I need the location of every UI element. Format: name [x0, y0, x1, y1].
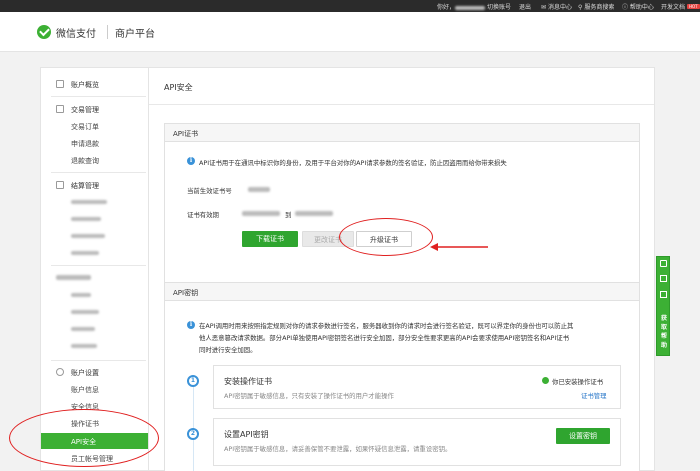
sidebar-divider — [51, 265, 146, 266]
step-connector — [193, 379, 194, 471]
api-key-card: API密钥 i 在API调用时用来按照指定规则对你的请求参数进行签名，服务器收到… — [164, 282, 640, 471]
platform-name: 商户平台 — [115, 29, 155, 40]
step-2-desc: API密钥属于敏感信息，请妥善保管不要泄露，如果怀疑信息泄露，请重设密钥。 — [224, 445, 452, 453]
sidebar-item-refund-query[interactable]: 退款查询 — [41, 153, 149, 167]
sidebar-item-blurred[interactable] — [41, 229, 149, 243]
sidebar-divider — [51, 360, 146, 361]
service-search-link[interactable]: ⚲ 服务商搜索 — [578, 2, 614, 11]
step-1-status: 你已安装操作证书 — [552, 378, 604, 386]
step-2-title: 设置API密钥 — [224, 430, 269, 439]
sidebar-group-account-settings[interactable]: 账户设置 — [41, 365, 149, 379]
card-title: API证书 — [173, 130, 199, 138]
key-tip-line1: 在API调用时用来按照指定规则对你的请求参数进行签名，服务器收到你的请求时会进行… — [199, 322, 574, 330]
sidebar-item-blurred[interactable] — [41, 339, 149, 353]
sidebar-item-label: 退款查询 — [71, 157, 99, 165]
validity-label: 证书有效期 — [187, 211, 219, 219]
annotation-circle-api-security — [9, 409, 159, 467]
sidebar-item-blurred[interactable] — [41, 305, 149, 319]
link-icon — [660, 260, 667, 267]
cert-tip: API证书用于在通讯中标识你的身份，及用于平台对你的API请求参数的签名验证，防… — [199, 159, 507, 167]
switch-account-link[interactable]: 切换账号 — [487, 2, 511, 11]
message-center-link[interactable]: ✉ 消息中心 — [541, 2, 572, 11]
hot-badge: HOT — [687, 4, 700, 9]
sidebar-item-blurred[interactable] — [41, 195, 149, 209]
step-1-number: 1 — [187, 375, 199, 387]
set-key-button[interactable]: 设置密钥 — [556, 428, 610, 444]
sidebar-item-label: 账户信息 — [71, 386, 99, 394]
validity-start-blurred — [242, 211, 280, 216]
sidebar-item-blurred[interactable] — [41, 322, 149, 336]
sidebar-item-label: 账户概览 — [71, 81, 99, 89]
step-1-title: 安装操作证书 — [224, 377, 272, 386]
greeting: 你好， — [437, 2, 486, 11]
brand-divider — [107, 25, 108, 39]
annotation-circle-upgrade — [339, 218, 433, 256]
dev-docs-link[interactable]: 开发文档 HOT — [661, 2, 700, 11]
header: 微信支付 商户平台 — [0, 12, 700, 52]
help-float-bar[interactable]: 获取帮助 — [656, 256, 670, 356]
share-icon — [660, 275, 667, 282]
api-cert-card: API证书 i API证书用于在通讯中标识你的身份，及用于平台对你的API请求参… — [164, 123, 640, 299]
sidebar-item-apply-refund[interactable]: 申请退款 — [41, 136, 149, 150]
sidebar-item-blurred[interactable] — [41, 246, 149, 260]
settings-gear-icon — [56, 368, 64, 376]
sidebar-divider — [51, 96, 146, 97]
download-cert-button[interactable]: 下载证书 — [242, 231, 298, 247]
annotation-arrow-icon — [430, 243, 488, 251]
key-tip-line3: 同时进行安全加固。 — [199, 346, 257, 354]
sidebar-divider — [51, 172, 146, 173]
info-icon: i — [187, 157, 195, 165]
title-divider — [149, 104, 654, 105]
card-title: API密钥 — [173, 289, 199, 297]
check-circle-icon — [542, 377, 549, 384]
get-help-label: 获取帮助 — [660, 315, 667, 349]
sidebar-item-trade-orders[interactable]: 交易订单 — [41, 119, 149, 133]
sidebar-group-blurred[interactable] — [41, 271, 149, 285]
step-1-desc: API密钥属于敏感信息，只有安装了操作证书的用户才能操作 — [224, 392, 394, 400]
help-center-link[interactable]: ⓘ 帮助中心 — [622, 2, 654, 11]
sidebar-item-label: 交易管理 — [71, 106, 99, 114]
step-2-box: 设置API密钥 API密钥属于敏感信息，请妥善保管不要泄露，如果怀疑信息泄露，请… — [213, 418, 621, 466]
info-icon: i — [187, 321, 195, 329]
cert-manage-link[interactable]: 证书管理 — [581, 391, 607, 400]
step-2-number: 2 — [187, 428, 199, 440]
top-bar: 你好， 切换账号 退出 ✉ 消息中心 ⚲ 服务商搜索 ⓘ 帮助中心 开发文档 HO… — [0, 0, 700, 12]
page-title: API安全 — [164, 83, 193, 92]
trade-icon — [56, 105, 64, 113]
settle-icon — [56, 181, 64, 189]
cert-number-blurred — [248, 187, 270, 192]
sidebar-item-account-info[interactable]: 账户信息 — [41, 382, 149, 396]
sidebar-item-label: 申请退款 — [71, 140, 99, 148]
validity-to: 到 — [285, 211, 292, 219]
step-1-box: 安装操作证书 API密钥属于敏感信息，只有安装了操作证书的用户才能操作 你已安装… — [213, 365, 621, 409]
card-header: API密钥 — [165, 283, 639, 301]
sidebar-group-settle[interactable]: 结算管理 — [41, 178, 149, 192]
brand-name: 微信支付 — [56, 29, 96, 40]
download-icon — [660, 291, 667, 298]
main-panel: API安全 API证书 i API证书用于在通讯中标识你的身份，及用于平台对你的… — [148, 67, 655, 471]
current-cert-label: 当前生效证书号 — [187, 187, 232, 195]
sidebar-item-label: 交易订单 — [71, 123, 99, 131]
sidebar-item-blurred[interactable] — [41, 288, 149, 302]
sidebar-item-blurred[interactable] — [41, 212, 149, 226]
logout-link[interactable]: 退出 — [519, 2, 531, 11]
overview-icon — [56, 80, 64, 88]
validity-end-blurred — [295, 211, 333, 216]
sidebar-group-trade[interactable]: 交易管理 — [41, 102, 149, 116]
sidebar-item-label: 账户设置 — [71, 369, 99, 377]
wechat-pay-logo-icon — [37, 25, 51, 39]
key-tip-line2: 他人恶意篡改请求数据。部分API单独使用API密钥签名进行安全加固，部分安全性要… — [199, 334, 570, 342]
card-header: API证书 — [165, 124, 639, 142]
sidebar-item-overview[interactable]: 账户概览 — [41, 77, 149, 91]
sidebar-item-label: 结算管理 — [71, 182, 99, 190]
